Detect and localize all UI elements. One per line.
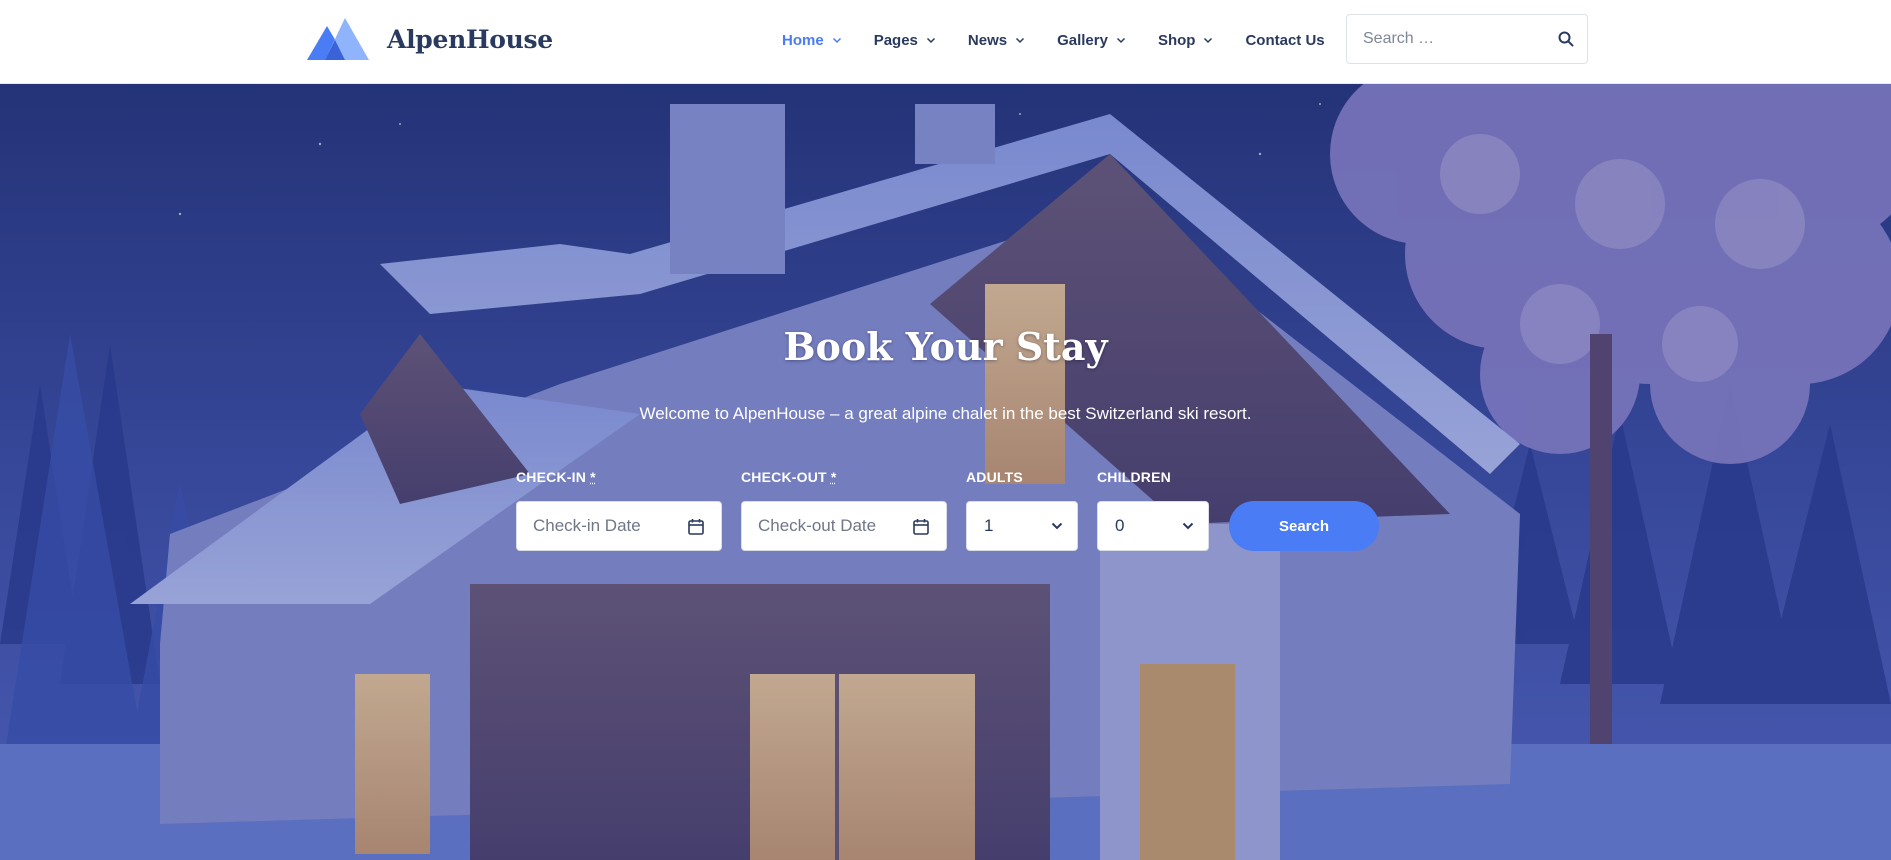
chevron-down-icon	[1051, 522, 1063, 530]
nav-label: Home	[782, 31, 824, 49]
nav-label: Gallery	[1057, 31, 1108, 49]
search-icon[interactable]	[1557, 30, 1575, 48]
children-label: CHILDREN	[1097, 469, 1171, 485]
chevron-down-icon	[1182, 522, 1194, 530]
site-header: AlpenHouse Home Pages News Gallery Shop …	[0, 0, 1891, 84]
hero-section: Book Your Stay Welcome to AlpenHouse – a…	[0, 84, 1891, 860]
nav-item-shop[interactable]: Shop	[1158, 32, 1214, 49]
chalet-night-background-image	[0, 84, 1891, 860]
checkin-field	[516, 501, 722, 551]
checkout-label: CHECK-OUT *	[741, 469, 837, 485]
nav-item-contact-us[interactable]: Contact Us	[1245, 32, 1324, 49]
calendar-icon[interactable]	[913, 518, 929, 535]
checkout-date-input[interactable]	[742, 502, 912, 550]
required-mark: *	[590, 469, 596, 485]
adults-value: 1	[984, 516, 994, 535]
nav-label: News	[967, 31, 1008, 49]
nav-label: Pages	[873, 31, 918, 49]
main-nav: Home Pages News Gallery Shop Contact Us	[782, 0, 1325, 80]
nav-item-news[interactable]: News	[968, 32, 1025, 49]
search-input[interactable]	[1347, 15, 1579, 63]
nav-item-pages[interactable]: Pages	[874, 32, 936, 49]
logo[interactable]: AlpenHouse	[307, 18, 553, 60]
chevron-down-icon	[832, 37, 841, 44]
nav-item-home[interactable]: Home	[782, 32, 842, 49]
checkin-label-text: CHECK-IN	[516, 469, 587, 485]
nav-label: Contact Us	[1245, 31, 1325, 49]
chevron-down-icon	[1116, 37, 1125, 44]
chevron-down-icon	[1204, 37, 1213, 44]
nav-label: Shop	[1157, 31, 1196, 49]
required-mark: *	[830, 469, 837, 485]
mountain-logo-icon	[307, 18, 369, 60]
calendar-icon[interactable]	[688, 518, 704, 535]
children-value: 0	[1115, 516, 1125, 535]
adults-select[interactable]: 1	[966, 501, 1078, 551]
search-availability-button[interactable]: Search	[1229, 501, 1379, 551]
nav-item-gallery[interactable]: Gallery	[1057, 32, 1126, 49]
hero-title: Book Your Stay	[783, 324, 1108, 369]
checkout-field	[741, 501, 947, 551]
hero-subtitle: Welcome to AlpenHouse – a great alpine c…	[639, 404, 1252, 423]
checkout-label-text: CHECK-OUT	[741, 469, 827, 485]
children-select[interactable]: 0	[1097, 501, 1209, 551]
chevron-down-icon	[926, 37, 935, 44]
chevron-down-icon	[1016, 37, 1025, 44]
checkin-date-input[interactable]	[517, 502, 687, 550]
header-search	[1346, 14, 1588, 64]
adults-label: ADULTS	[966, 469, 1023, 485]
logo-text: AlpenHouse	[387, 24, 553, 54]
checkin-label: CHECK-IN *	[516, 469, 596, 485]
